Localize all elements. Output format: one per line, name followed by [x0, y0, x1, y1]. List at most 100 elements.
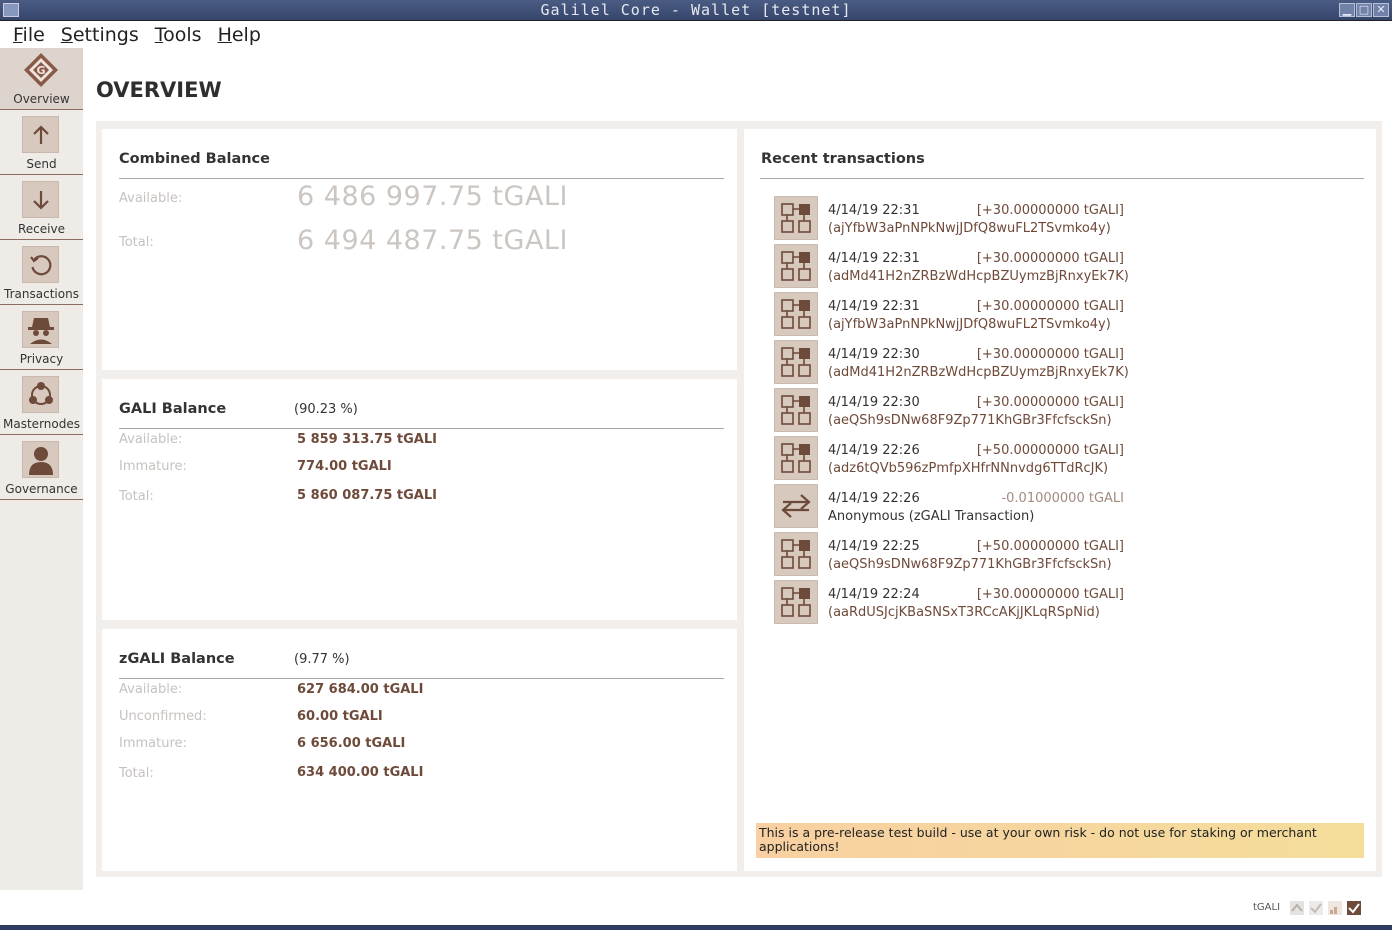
transaction-amount: [+30.00000000 tGALI] [976, 299, 1124, 314]
menu-tools-mnemonic: T [154, 24, 164, 46]
mined-blocks-icon [774, 340, 818, 384]
zgali-total-value: 634 400.00 tGALI [297, 765, 424, 780]
mined-blocks-icon [774, 388, 818, 432]
gali-immature-value: 774.00 tGALI [297, 459, 392, 474]
connections-icon [1328, 900, 1342, 915]
menu-tools[interactable]: Tools [155, 22, 202, 48]
menu-tools-label: ools [163, 24, 202, 46]
transaction-address: (ajYfbW3aPnNPkNwjJDfQ8wuFL2TSvmko4y) [828, 221, 1111, 236]
transaction-row[interactable]: 4/14/19 22:31 [+30.00000000 tGALI] (ajYfbW… [774, 196, 1154, 242]
network-icon [22, 376, 59, 413]
close-button[interactable]: ✕ [1373, 3, 1389, 17]
zgali-unconfirmed-label: Unconfirmed: [119, 709, 207, 724]
transfer-arrows-icon [774, 484, 818, 528]
transaction-row[interactable]: 4/14/19 22:31 [+30.00000000 tGALI] (ajYfbW… [774, 292, 1154, 338]
sidebar-item-overview[interactable]: G Overview [0, 48, 83, 110]
transaction-date: 4/14/19 22:26 [828, 491, 920, 506]
transaction-date: 4/14/19 22:31 [828, 299, 920, 314]
divider [119, 428, 724, 429]
transaction-address: (adz6tQVb596zPmfpXHfrNNnvdg6TTdRcJK) [828, 461, 1109, 476]
menu-help-label: elp [231, 24, 261, 46]
transaction-amount: [+30.00000000 tGALI] [976, 587, 1124, 602]
recent-transactions-heading: Recent transactions [761, 151, 925, 167]
transaction-amount: [+30.00000000 tGALI] [976, 203, 1124, 218]
person-icon [22, 441, 59, 478]
zgali-immature-value: 6 656.00 tGALI [297, 736, 406, 751]
transaction-amount: [+30.00000000 tGALI] [976, 347, 1124, 362]
transaction-address: (aeQSh9sDNw68F9Zp771KhGBr3FfcfsckSn) [828, 557, 1112, 572]
zgali-available-value: 627 684.00 tGALI [297, 682, 424, 697]
menu-help-mnemonic: H [217, 24, 232, 46]
gali-balance-panel: GALI Balance (90.23 %) Available: 5 859 … [102, 379, 737, 620]
combined-balance-heading: Combined Balance [119, 151, 270, 167]
gali-available-value: 5 859 313.75 tGALI [297, 432, 437, 447]
transaction-row[interactable]: 4/14/19 22:30 [+30.00000000 tGALI] (adMd41… [774, 340, 1154, 386]
gali-immature-label: Immature: [119, 459, 187, 474]
gali-balance-heading: GALI Balance [119, 401, 227, 417]
spy-icon [22, 311, 59, 348]
minimize-button[interactable]: ▁ [1339, 3, 1355, 17]
zgali-unconfirmed-value: 60.00 tGALI [297, 709, 383, 724]
transaction-row[interactable]: 4/14/19 22:26 [+50.00000000 tGALI] (adz6tQ… [774, 436, 1154, 482]
transaction-address: (aeQSh9sDNw68F9Zp771KhGBr3FfcfsckSn) [828, 413, 1112, 428]
combined-total-label: Total: [119, 235, 154, 250]
menu-help[interactable]: Help [218, 22, 261, 48]
divider [119, 678, 724, 679]
mined-blocks-icon [774, 244, 818, 288]
sidebar-label-send: Send [26, 157, 57, 171]
menu-file[interactable]: File [13, 22, 45, 48]
page-title: OVERVIEW [96, 78, 222, 102]
transaction-date: 4/14/19 22:26 [828, 443, 920, 458]
sidebar-label-receive: Receive [18, 222, 65, 236]
svg-text:G: G [36, 64, 45, 77]
transaction-row[interactable]: 4/14/19 22:24 [+30.00000000 tGALI] (aaRdUS… [774, 580, 1154, 626]
transaction-row[interactable]: 4/14/19 22:26 -0.01000000 tGALI Anonymous … [774, 484, 1154, 530]
mined-blocks-icon [774, 532, 818, 576]
sidebar-item-receive[interactable]: Receive [0, 178, 83, 240]
sidebar-label-overview: Overview [13, 92, 70, 106]
sidebar-item-transactions[interactable]: Transactions [0, 243, 83, 305]
transaction-date: 4/14/19 22:25 [828, 539, 920, 554]
maximize-button[interactable]: □ [1356, 3, 1372, 17]
sidebar-item-privacy[interactable]: Privacy [0, 308, 83, 370]
menu-file-label: ile [22, 24, 45, 46]
transaction-address: (adMd41H2nZRBzWdHcpBZUymzBjRnxyEk7K) [828, 365, 1129, 380]
zgali-total-label: Total: [119, 766, 154, 781]
sidebar-item-send[interactable]: Send [0, 113, 83, 175]
combined-available-value: 6 486 997.75 tGALI [297, 181, 568, 212]
display-unit[interactable]: tGALI [1253, 902, 1280, 913]
transaction-row[interactable]: 4/14/19 22:30 [+30.00000000 tGALI] (aeQSh9… [774, 388, 1154, 434]
divider [119, 178, 724, 179]
gali-total-label: Total: [119, 489, 154, 504]
sidebar-label-masternodes: Masternodes [3, 417, 80, 431]
sidebar-item-masternodes[interactable]: Masternodes [0, 373, 83, 435]
mined-blocks-icon [774, 196, 818, 240]
synced-icon [1347, 900, 1361, 915]
transaction-amount: [+50.00000000 tGALI] [976, 443, 1124, 458]
transaction-amount: [+30.00000000 tGALI] [976, 251, 1124, 266]
mined-blocks-icon [774, 436, 818, 480]
transaction-amount: [+30.00000000 tGALI] [976, 395, 1124, 410]
window-bottom-border [0, 925, 1392, 930]
menu-settings[interactable]: Settings [61, 22, 139, 48]
sidebar-item-governance[interactable]: Governance [0, 438, 83, 500]
transaction-date: 4/14/19 22:30 [828, 347, 920, 362]
transaction-address: (ajYfbW3aPnNPkNwjJDfQ8wuFL2TSvmko4y) [828, 317, 1111, 332]
transaction-address: Anonymous (zGALI Transaction) [828, 509, 1035, 524]
sidebar: G Overview Send Receive Transactions Pri… [0, 48, 83, 890]
menu-settings-mnemonic: S [60, 24, 73, 46]
zgali-balance-heading: zGALI Balance [119, 651, 235, 667]
window-titlebar: Galilel Core - Wallet [testnet] ▁ □ ✕ [0, 0, 1392, 21]
sidebar-label-transactions: Transactions [4, 287, 79, 301]
combined-available-label: Available: [119, 191, 183, 206]
transaction-row[interactable]: 4/14/19 22:31 [+30.00000000 tGALI] (adMd41… [774, 244, 1154, 290]
transaction-row[interactable]: 4/14/19 22:25 [+50.00000000 tGALI] (aeQSh9… [774, 532, 1154, 578]
arrow-down-icon [22, 181, 59, 218]
gali-balance-percent: (90.23 %) [294, 402, 358, 417]
transaction-date: 4/14/19 22:31 [828, 251, 920, 266]
overview-content: Combined Balance Available: 6 486 997.75… [96, 121, 1382, 877]
menu-bar: File Settings Tools Help [0, 22, 264, 48]
galilel-logo-icon: G [22, 51, 59, 88]
transaction-date: 4/14/19 22:30 [828, 395, 920, 410]
gali-available-label: Available: [119, 432, 183, 447]
